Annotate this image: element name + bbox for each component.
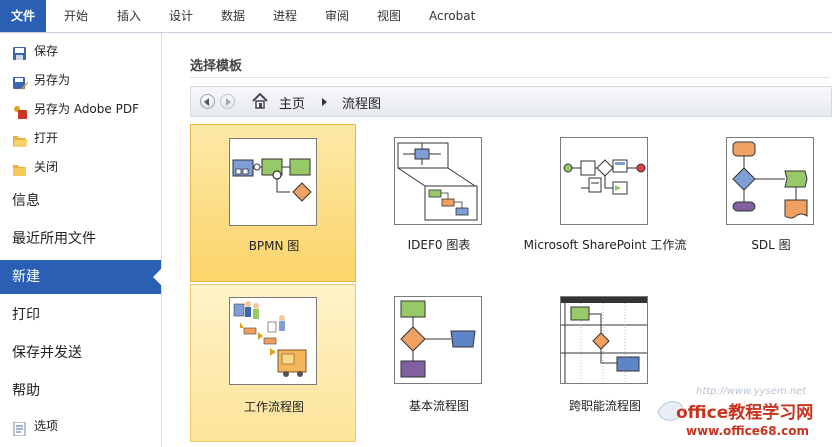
basic-flowchart-thumbnail xyxy=(394,296,482,384)
watermark-url-bottom: www.office68.com xyxy=(686,424,810,438)
home-icon[interactable] xyxy=(251,92,269,110)
sidebar-item-label: 保存 xyxy=(34,44,59,58)
sidebar-item-label: 另存为 Adobe PDF xyxy=(34,102,139,116)
section-title: 选择模板 xyxy=(190,59,243,74)
breadcrumb-current[interactable]: 流程图 xyxy=(342,93,381,112)
sidebar-item-save-as[interactable]: 另存为 xyxy=(0,67,161,93)
template-pane: 选择模板 主页 流程图 BPMN 图 IDEF0 图表 Microsoft Sh… xyxy=(162,33,832,447)
sidebar-item-close[interactable]: 关闭 xyxy=(0,154,161,180)
tab-data[interactable]: 数据 xyxy=(221,0,245,32)
sidebar-item-label: 另存为 xyxy=(34,73,71,87)
tab-review[interactable]: 审阅 xyxy=(325,0,349,32)
template-tile-sdl[interactable]: SDL 图 xyxy=(688,124,832,282)
sidebar-item-save-send[interactable]: 保存并发送 xyxy=(0,336,161,370)
sidebar-item-open[interactable]: 打开 xyxy=(0,125,161,151)
sidebar-item-label: 信息 xyxy=(12,193,40,209)
ribbon-tab-bar: 文件 开始 插入 设计 数据 进程 审阅 视图 Acrobat xyxy=(0,0,832,33)
tab-home[interactable]: 开始 xyxy=(64,0,88,32)
sidebar-item-save[interactable]: 保存 xyxy=(0,38,161,64)
sidebar-item-label: 关闭 xyxy=(34,160,59,174)
save-icon xyxy=(12,44,28,60)
sidebar-item-label: 打开 xyxy=(34,131,59,145)
tab-insert[interactable]: 插入 xyxy=(117,0,141,32)
sidebar-item-new[interactable]: 新建 xyxy=(0,260,162,294)
sidebar-item-label: 选项 xyxy=(34,419,59,433)
template-tile-sharepoint-workflow[interactable]: Microsoft SharePoint 工作流 xyxy=(522,124,688,282)
tab-process[interactable]: 进程 xyxy=(273,0,297,32)
sidebar-item-label: 新建 xyxy=(12,269,40,285)
tab-design[interactable]: 设计 xyxy=(169,0,193,32)
sidebar-item-label: 帮助 xyxy=(12,383,40,399)
work-flow-thumbnail xyxy=(229,297,317,385)
sidebar-item-print[interactable]: 打印 xyxy=(0,298,161,332)
active-pointer xyxy=(153,268,162,286)
bpmn-thumbnail xyxy=(229,138,317,226)
template-label: Microsoft SharePoint 工作流 xyxy=(523,238,687,252)
sidebar-item-options[interactable]: 选项 xyxy=(0,413,161,439)
breadcrumb: 主页 流程图 xyxy=(190,86,832,117)
template-tile-work-flow[interactable]: 工作流程图 xyxy=(190,284,356,442)
sidebar-item-label: 打印 xyxy=(12,307,40,323)
sdl-thumbnail xyxy=(726,137,814,225)
template-tile-bpmn[interactable]: BPMN 图 xyxy=(190,124,356,282)
forward-button[interactable] xyxy=(220,94,235,109)
sidebar-item-help[interactable]: 帮助 xyxy=(0,374,161,408)
sidebar-item-label: 保存并发送 xyxy=(12,345,82,361)
cross-functional-thumbnail xyxy=(560,296,648,384)
template-tile-idef0[interactable]: IDEF0 图表 xyxy=(356,124,522,282)
breadcrumb-home[interactable]: 主页 xyxy=(279,93,305,112)
sharepoint-thumbnail xyxy=(560,137,648,225)
template-label: SDL 图 xyxy=(751,238,791,252)
idef0-thumbnail xyxy=(394,137,482,225)
template-tile-basic-flowchart[interactable]: 基本流程图 xyxy=(356,284,522,442)
template-label: 工作流程图 xyxy=(243,400,304,414)
back-button[interactable] xyxy=(200,94,215,109)
save-as-icon xyxy=(12,73,28,90)
template-label: IDEF0 图表 xyxy=(407,238,471,252)
backstage-sidebar: 保存 另存为 另存为 Adobe PDF 打开 关闭 信息 最近所用文件 新建 … xyxy=(0,33,162,447)
sidebar-item-save-as-pdf[interactable]: 另存为 Adobe PDF xyxy=(0,96,161,122)
watermark-brand: office教程学习网 xyxy=(676,403,814,423)
pdf-icon xyxy=(12,102,28,119)
tab-acrobat[interactable]: Acrobat xyxy=(429,0,475,32)
options-icon xyxy=(12,419,28,437)
tab-file[interactable]: 文件 xyxy=(0,0,46,32)
tab-view[interactable]: 视图 xyxy=(377,0,401,32)
open-folder-icon xyxy=(12,131,28,147)
template-label: 基本流程图 xyxy=(408,399,469,413)
divider xyxy=(190,77,830,78)
template-label: BPMN 图 xyxy=(248,239,300,253)
watermark-url-top: http://www.yysem.net xyxy=(696,386,807,397)
chevron-right-icon xyxy=(322,98,327,106)
sidebar-item-label: 最近所用文件 xyxy=(12,231,96,247)
sidebar-item-info[interactable]: 信息 xyxy=(0,184,161,218)
sidebar-item-recent[interactable]: 最近所用文件 xyxy=(0,222,161,256)
close-folder-icon xyxy=(12,160,28,176)
